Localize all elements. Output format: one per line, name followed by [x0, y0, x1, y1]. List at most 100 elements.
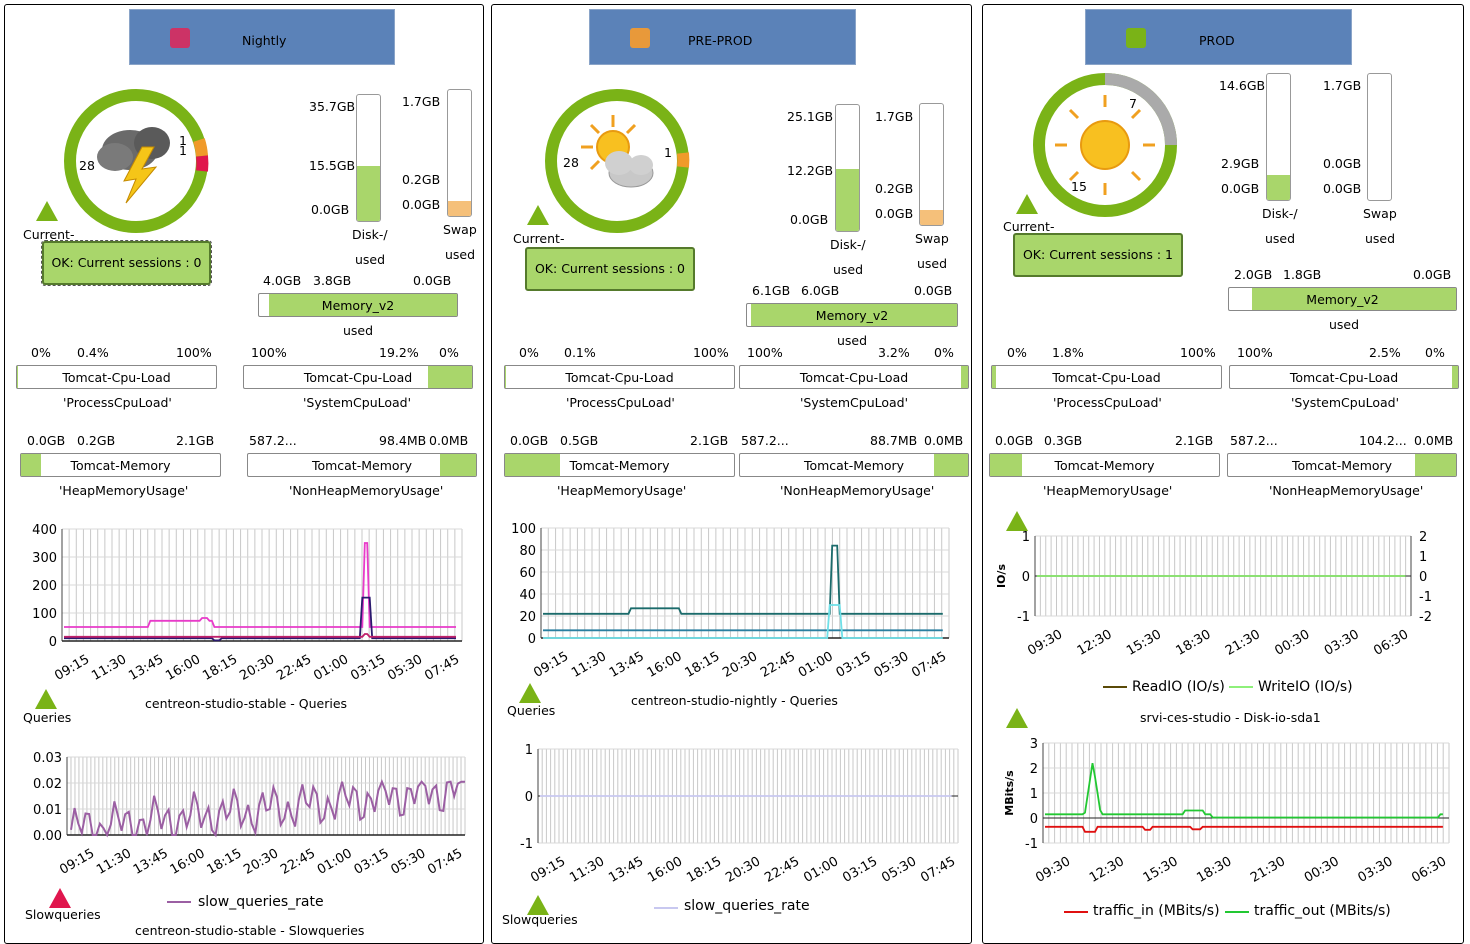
process-cpu-bar-label: Tomcat-Cpu-Load [62, 370, 171, 385]
traffic-chart[interactable]: 3 2 1 0 -1 09:30 12:30 15:30 18:30 21:30 00:30 03:3… [983, 731, 1464, 891]
y-tick-label: -1 [520, 837, 533, 852]
nonheap-memory-bar-label: Tomcat-Memory [803, 458, 905, 473]
current-label: Current- [23, 227, 75, 242]
swap-used-label: used [917, 256, 948, 271]
x-tick-label: 12:30 [1087, 854, 1127, 886]
cpu1-value: 0.1% [564, 345, 596, 360]
swap-gauge[interactable] [447, 89, 472, 217]
x-tick-label: 09:15 [52, 652, 92, 684]
cpu1-min: 0% [519, 345, 539, 360]
disk-gauge[interactable] [835, 104, 860, 232]
current-label: Current- [1003, 219, 1055, 234]
y-tick-label: 1 [1022, 530, 1030, 545]
panel-title: Nightly [242, 33, 287, 48]
x-tick-label: 09:15 [57, 846, 97, 878]
nonheap-memory-bar[interactable]: Tomcat-Memory [739, 453, 969, 477]
system-cpu-bar[interactable]: Tomcat-Cpu-Load [1229, 365, 1459, 389]
panel-title-box[interactable]: PRE-PROD [589, 9, 856, 65]
x-tick-label: 03:15 [840, 854, 880, 886]
heap-memory-bar[interactable]: Tomcat-Memory [989, 453, 1220, 477]
panel-title-box[interactable]: PROD [1085, 9, 1352, 65]
disk-max: 25.1GB [787, 109, 834, 124]
sessions-status-box[interactable]: OK: Current sessions : 0 [525, 247, 695, 291]
y-tick-label: 20 [519, 610, 536, 625]
swap-gauge[interactable] [1367, 73, 1392, 201]
diskio-ok-icon [1006, 708, 1028, 728]
queries-caption: centreon-studio-stable - Queries [145, 696, 348, 711]
panel-prod: PROD 7 15 Current- OK: Current sessions … [982, 4, 1464, 944]
queries-chart[interactable]: 400 300 200 100 0 09:1511:3013:4516:0018:1520… [5, 517, 484, 687]
disk-gauge[interactable] [356, 94, 381, 222]
cpu1-min: 0% [1007, 345, 1027, 360]
x-tick-label: 06:30 [1371, 627, 1411, 659]
nonheap-min: 0.0MB [1414, 433, 1454, 448]
nonheap-min: 0.0MB [429, 433, 469, 448]
disk-used-value: 2.9GB [1221, 156, 1260, 171]
swap-min: 0.0GB [875, 206, 914, 221]
y-tick-label: 0 [1030, 812, 1038, 827]
nonheap-memory-bar[interactable]: Tomcat-Memory [1227, 453, 1457, 477]
y-tick-label: 200 [32, 579, 57, 594]
cpu2-max: 100% [747, 345, 783, 360]
y-tick-label: 40 [519, 588, 536, 603]
system-cpu-bar[interactable]: Tomcat-Cpu-Load [243, 365, 473, 389]
process-cpu-bar[interactable]: Tomcat-Cpu-Load [991, 365, 1222, 389]
memory-used-value: 3.8GB [313, 273, 352, 288]
memory-bar[interactable]: Memory_v2 [1228, 287, 1457, 311]
status-color-swatch [1126, 28, 1146, 48]
nonheap-sub: 'NonHeapMemoryUsage' [289, 483, 444, 498]
slowqueries-chart[interactable]: 0.03 0.02 0.01 0.00 09:1511:3013:4516:0018:1… [5, 745, 484, 895]
nonheap-memory-bar-label: Tomcat-Memory [1291, 458, 1393, 473]
diskio-chart[interactable]: 1 0 -1 2 1 0 -1 -2 09:30 12:30 15:30 18:30 21:30 00:3… [983, 525, 1464, 675]
x-tick-label: 03:15 [348, 652, 388, 684]
series-line [64, 596, 456, 642]
heap-memory-bar[interactable]: Tomcat-Memory [20, 453, 221, 477]
disk-used-label: used [1265, 231, 1296, 246]
x-tick-label: 15:30 [1124, 627, 1164, 659]
x-tick-label: 13:45 [607, 649, 647, 681]
disk-gauge[interactable] [1266, 73, 1291, 201]
queries-label: Queries [507, 703, 556, 718]
sessions-status-box[interactable]: OK: Current sessions : 1 [1013, 233, 1183, 277]
y-tick-label: 0.00 [33, 829, 62, 844]
cpu2-min: 0% [439, 345, 459, 360]
y-tick-label-right: -1 [1419, 590, 1432, 605]
sessions-status-box[interactable]: OK: Current sessions : 0 [41, 240, 212, 286]
slowqueries-chart[interactable]: 10-109:15 11:30 13:45 16:00 18:15 20:30 22:45 0… [492, 737, 972, 897]
memory-bar[interactable]: Memory_v2 [746, 303, 958, 327]
disk-used-label: used [355, 252, 386, 267]
partly-cloudy-icon [581, 115, 654, 188]
process-cpu-bar[interactable]: Tomcat-Cpu-Load [504, 365, 735, 389]
x-tick-label: 18:30 [1174, 627, 1214, 659]
readio-legend-swatch [1103, 686, 1127, 688]
heap-memory-bar[interactable]: Tomcat-Memory [504, 453, 735, 477]
memory-min: 0.0GB [413, 273, 452, 288]
x-tick-label: 18:15 [204, 846, 244, 878]
series-line [543, 604, 943, 639]
x-tick-label: 12:30 [1075, 627, 1115, 659]
swap-name: Swap [915, 231, 949, 246]
status-color-swatch [170, 28, 190, 48]
nonheap-memory-bar[interactable]: Tomcat-Memory [247, 453, 477, 477]
heap-min: 0.0GB [27, 433, 66, 448]
x-tick-label: 16:00 [645, 649, 685, 681]
heap-memory-bar-label: Tomcat-Memory [70, 458, 171, 473]
process-cpu-bar[interactable]: Tomcat-Cpu-Load [16, 365, 217, 389]
series-line [1045, 762, 1443, 819]
y-tick-label: 300 [32, 551, 57, 566]
swap-gauge[interactable] [919, 103, 944, 226]
x-tick-label: 11:30 [89, 652, 129, 684]
disk-used-value: 15.5GB [309, 158, 356, 173]
panel-title-box[interactable]: Nightly [129, 9, 395, 65]
process-cpu-bar-label: Tomcat-Cpu-Load [565, 370, 674, 385]
cpu2-value: 19.2% [379, 345, 419, 360]
x-tick-label: 20:30 [723, 854, 763, 886]
system-cpu-bar[interactable]: Tomcat-Cpu-Load [739, 365, 969, 389]
nonheap-value: 104.2... [1359, 433, 1407, 448]
cpu2-min: 0% [1425, 345, 1445, 360]
x-tick-label: 09:30 [1025, 627, 1065, 659]
memory-bar[interactable]: Memory_v2 [258, 293, 458, 317]
writeio-legend-swatch [1229, 686, 1253, 688]
x-tick-label: 03:30 [1322, 627, 1362, 659]
queries-chart[interactable]: 100 80 60 40 20 0 09:1511:3013:4516:0018:1520:… [492, 517, 972, 687]
